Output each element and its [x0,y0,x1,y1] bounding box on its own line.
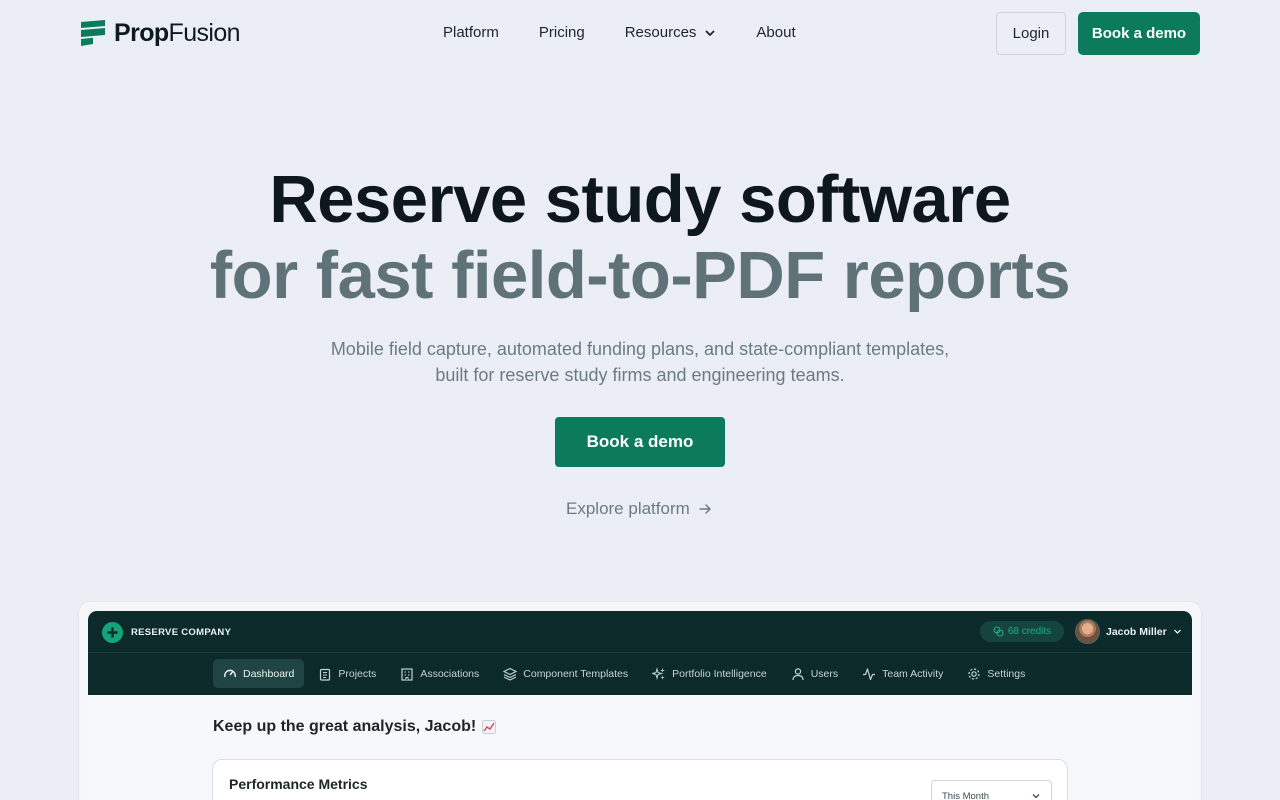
app-tab-bar: Dashboard Projects Associations Componen… [213,659,1039,688]
user-icon [792,667,804,680]
logo-mark-icon [81,20,105,46]
chevron-down-icon [706,30,715,36]
dashboard-greeting: Keep up the great analysis, Jacob! [213,718,497,736]
greeting-text: Keep up the great analysis, Jacob! [213,718,477,735]
book-demo-button-hero[interactable]: Book a demo [555,417,725,467]
period-select-value: This Month [942,790,989,800]
primary-nav: Platform Pricing Resources About [443,22,796,44]
coins-icon [993,626,1004,637]
nav-link-pricing[interactable]: Pricing [539,22,585,44]
avatar [1075,619,1100,644]
company-logo-icon [102,621,123,643]
tab-associations[interactable]: Associations [390,659,489,688]
nav-link-resources[interactable]: Resources [625,22,717,44]
header-divider [88,652,1192,653]
period-select[interactable]: This Month [931,780,1052,800]
chart-increasing-icon [482,720,497,734]
nav-link-platform[interactable]: Platform [443,22,499,44]
hero-title-line1: Reserve study software [269,162,1011,237]
tab-projects-label: Projects [338,667,377,680]
tab-users-label: Users [810,667,839,680]
layers-icon [503,667,518,681]
tab-dashboard[interactable]: Dashboard [213,659,305,688]
tab-team-activity[interactable]: Team Activity [852,659,953,688]
tab-portfolio-intelligence-label: Portfolio Intelligence [672,667,767,680]
app-company-name: RESERVE COMPANY [131,626,232,638]
top-nav: PropFusion Platform Pricing Resources Ab… [0,0,1280,66]
tab-component-templates-label: Component Templates [523,667,629,680]
tab-settings-label: Settings [987,667,1026,680]
clipboard-icon [320,668,331,681]
credits-label: 68 credits [1007,626,1052,637]
nav-link-resources-label: Resources [624,24,697,41]
app-header: RESERVE COMPANY 68 credits Jacob Miller … [88,611,1192,695]
chevron-down-icon [1032,794,1040,799]
arrow-right-icon [699,504,711,514]
tab-users[interactable]: Users [781,659,848,688]
hero-subtitle: Mobile field capture, automated funding … [0,336,1280,388]
book-demo-button-nav[interactable]: Book a demo [1078,12,1200,55]
chevron-down-icon [1173,629,1181,634]
brand-name-bold: Prop [114,18,169,47]
nav-link-about[interactable]: About [756,22,795,44]
tab-component-templates[interactable]: Component Templates [493,659,638,688]
tab-projects[interactable]: Projects [308,659,386,688]
sparkles-icon [652,666,666,680]
brand-logo[interactable]: PropFusion [80,18,241,47]
activity-icon [863,667,876,680]
brand-wordmark: PropFusion [114,18,241,47]
tab-dashboard-label: Dashboard [243,667,295,680]
brand-name-light: Fusion [168,18,241,47]
tab-associations-label: Associations [420,667,480,680]
explore-platform-link[interactable]: Explore platform [566,498,712,520]
login-button[interactable]: Login [996,12,1066,55]
hero-subtitle-line2: built for reserve study firms and engine… [435,365,845,385]
hero-subtitle-line1: Mobile field capture, automated funding … [330,339,950,359]
hero-title-line2: for fast field-to-PDF reports [209,238,1071,313]
building-icon [401,667,413,681]
user-name: Jacob Miller [1106,625,1167,638]
gear-icon [968,667,981,680]
app-company-brand: RESERVE COMPANY [102,621,231,643]
product-preview: RESERVE COMPANY 68 credits Jacob Miller … [88,611,1192,800]
explore-platform-label: Explore platform [566,499,690,518]
credits-badge[interactable]: 68 credits [980,621,1064,642]
tab-settings[interactable]: Settings [957,659,1035,688]
gauge-icon [224,669,236,677]
tab-portfolio-intelligence[interactable]: Portfolio Intelligence [642,659,777,688]
user-menu[interactable]: Jacob Miller [1075,619,1182,644]
metrics-title: Performance Metrics [229,776,368,792]
performance-metrics-card: Performance Metrics This Month [212,759,1068,800]
tab-team-activity-label: Team Activity [882,667,944,680]
